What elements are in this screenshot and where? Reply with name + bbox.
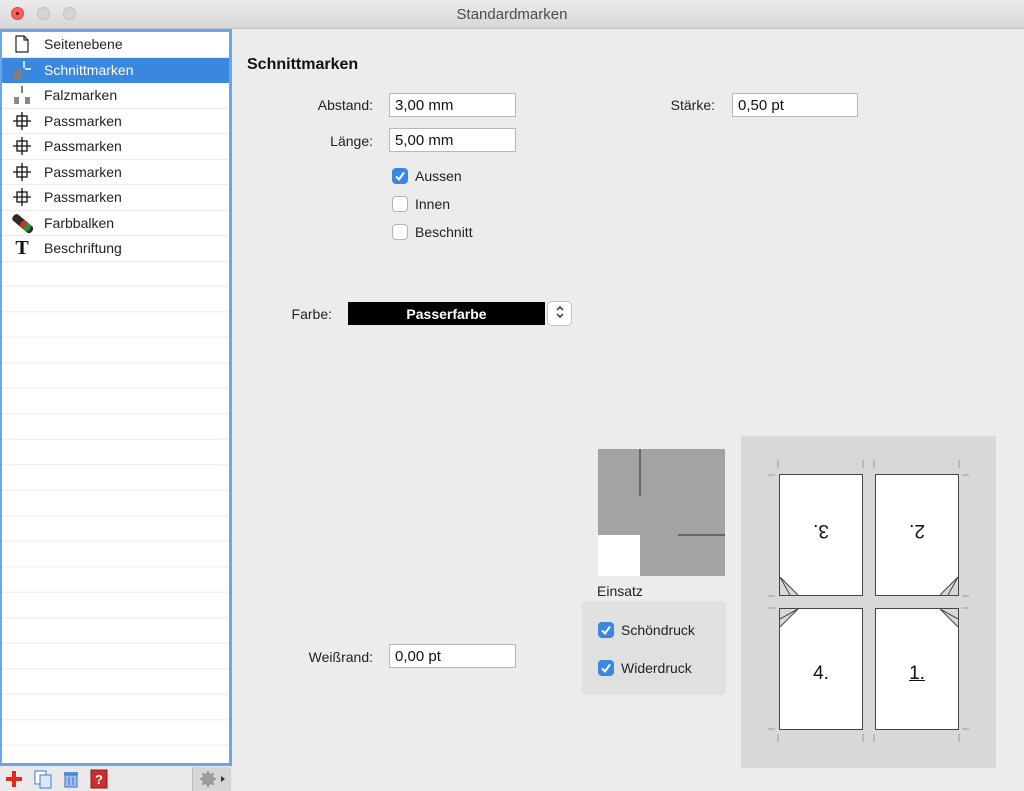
- innen-checkbox[interactable]: Innen: [392, 196, 450, 212]
- einsatz-label: Einsatz: [597, 583, 643, 599]
- page-4: 4.: [779, 608, 863, 730]
- trash-icon[interactable]: [61, 769, 81, 789]
- sidebar-item-seitenebene[interactable]: Seitenebene: [2, 32, 229, 58]
- folded-corner-icon: [940, 609, 958, 627]
- laenge-label: Länge:: [330, 133, 373, 149]
- page-number: 1.: [909, 663, 925, 684]
- sidebar-item-label: Beschriftung: [44, 240, 122, 257]
- staerke-field[interactable]: 0,50 pt: [732, 93, 858, 117]
- help-icon[interactable]: ?: [89, 769, 109, 789]
- sidebar-item-beschriftung[interactable]: T Beschriftung: [2, 236, 229, 262]
- color-select[interactable]: Passerfarbe: [348, 302, 545, 325]
- sidebar-item-label: Falzmarken: [44, 87, 118, 104]
- abstand-field[interactable]: 3,00 mm: [389, 93, 516, 117]
- beschnitt-checkbox[interactable]: Beschnitt: [392, 224, 473, 240]
- widerdruck-label: Widerdruck: [621, 660, 692, 676]
- sheet-preview: 3. 2. 4. 1.: [741, 436, 996, 768]
- checkbox-check-icon: [392, 168, 408, 184]
- sidebar-item-label: Passmarken: [44, 189, 122, 206]
- page-number: 3.: [813, 520, 829, 541]
- marks-list[interactable]: Seitenebene Schnittmarken Falzmarken Pas…: [0, 29, 232, 766]
- gear-icon[interactable]: [192, 767, 231, 791]
- sidebar-item-label: Schnittmarken: [44, 61, 134, 78]
- folded-corner-icon: [780, 609, 798, 627]
- sidebar-item-passmarken-3[interactable]: Passmarken: [2, 159, 229, 185]
- page-3: 3.: [779, 474, 863, 596]
- registration-mark-icon: [2, 160, 42, 184]
- sidebar-item-passmarken-1[interactable]: Passmarken: [2, 108, 229, 134]
- checkbox-box: [392, 224, 408, 240]
- window-title: Standardmarken: [456, 6, 568, 23]
- beschnitt-label: Beschnitt: [415, 224, 473, 240]
- laenge-field[interactable]: 5,00 mm: [389, 128, 516, 152]
- aussen-checkbox[interactable]: Aussen: [392, 168, 462, 184]
- fold-mark-icon: [2, 83, 42, 107]
- sidebar-item-label: Passmarken: [44, 163, 122, 180]
- color-select-stepper[interactable]: [547, 301, 572, 326]
- section-title: Schnittmarken: [247, 56, 359, 73]
- page-icon: [2, 32, 42, 56]
- weissrand-label: Weißrand:: [308, 649, 373, 665]
- duplicate-icon[interactable]: [33, 769, 53, 789]
- schoendruck-label: Schöndruck: [621, 622, 695, 638]
- weissrand-field[interactable]: 0,00 pt: [389, 644, 516, 668]
- add-icon[interactable]: [4, 769, 24, 789]
- page-number: 2.: [909, 520, 925, 541]
- aussen-label: Aussen: [415, 168, 462, 184]
- checkbox-check-icon: [598, 622, 614, 638]
- staerke-label: Stärke:: [670, 97, 715, 113]
- abstand-label: Abstand:: [317, 97, 373, 113]
- sidebar-item-falzmarken[interactable]: Falzmarken: [2, 83, 229, 109]
- chevron-up-down-icon: [555, 305, 565, 322]
- farbe-label: Farbe:: [291, 306, 332, 322]
- color-bar-icon: [2, 211, 42, 235]
- sidebar-item-farbbalken[interactable]: Farbbalken: [2, 210, 229, 236]
- checkbox-box: [392, 196, 408, 212]
- sidebar-item-passmarken-4[interactable]: Passmarken: [2, 185, 229, 211]
- widerdruck-checkbox[interactable]: Widerdruck: [598, 660, 692, 676]
- registration-mark-icon: [2, 134, 42, 158]
- list-toolbar: ?: [0, 766, 232, 791]
- sidebar-item-label: Passmarken: [44, 112, 122, 129]
- sidebar-item-label: Farbbalken: [44, 214, 115, 231]
- schoendruck-checkbox[interactable]: Schöndruck: [598, 622, 695, 638]
- sidebar-item-schnittmarken[interactable]: Schnittmarken: [2, 57, 229, 83]
- page-1: 1.: [875, 608, 959, 730]
- text-icon: T: [15, 236, 29, 259]
- sidebar-item-passmarken-2[interactable]: Passmarken: [2, 134, 229, 160]
- sidebar-item-label: Passmarken: [44, 138, 122, 155]
- einsatz-preview: [598, 449, 725, 576]
- print-side-group: Schöndruck Widerdruck: [582, 601, 726, 695]
- innen-label: Innen: [415, 196, 451, 212]
- svg-text:?: ?: [95, 772, 103, 787]
- folded-corner-icon: [940, 577, 958, 595]
- registration-mark-icon: [2, 185, 42, 209]
- sidebar-item-label: Seitenebene: [44, 36, 123, 53]
- title-bar: Standardmarken: [0, 0, 1024, 29]
- crop-mark-icon: [2, 58, 42, 82]
- page-2: 2.: [875, 474, 959, 596]
- folded-corner-icon: [780, 577, 798, 595]
- checkbox-check-icon: [598, 660, 614, 676]
- registration-mark-icon: [2, 109, 42, 133]
- page-number: 4.: [813, 663, 829, 684]
